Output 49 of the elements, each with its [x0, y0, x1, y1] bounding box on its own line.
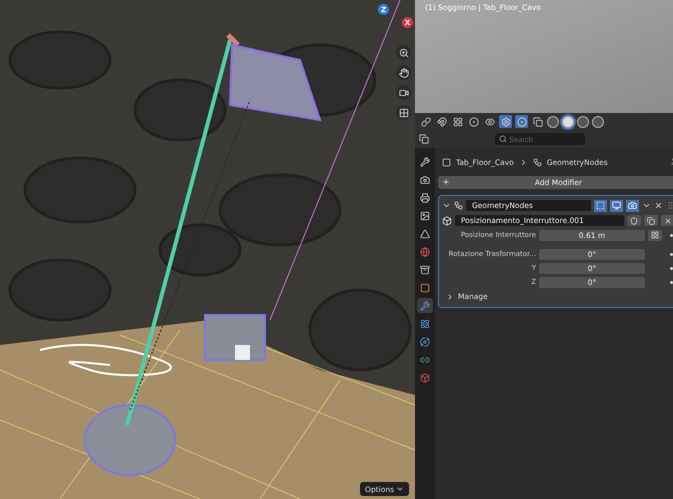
visibility-toggle[interactable]: [626, 200, 639, 212]
keyframe-dot-icon[interactable]: [670, 252, 672, 256]
box-icon: [420, 264, 430, 274]
triangle-icon: [420, 228, 430, 238]
visibility-toggle[interactable]: [594, 200, 607, 212]
nodes-icon: [532, 158, 542, 166]
keyframe-dot-icon[interactable]: [670, 234, 672, 236]
properties-tab[interactable]: [417, 298, 433, 313]
visibility-toggle[interactable]: [610, 200, 623, 212]
keyframe-dot-icon[interactable]: [670, 280, 672, 284]
shading-mode-button[interactable]: [547, 116, 559, 128]
copy-icon[interactable]: [644, 215, 658, 226]
atom-icon: [420, 318, 430, 328]
nodes-icon: [454, 201, 463, 210]
caret-icon: [396, 485, 404, 493]
object-icon: [442, 158, 451, 166]
globe-icon: [420, 246, 430, 256]
orbit-icon: [420, 336, 430, 346]
collapse-icon[interactable]: [442, 201, 451, 210]
chevron-icon: [446, 292, 454, 300]
magnet-icon[interactable]: [435, 115, 448, 128]
shading-mode-button[interactable]: [577, 116, 589, 128]
plus-icon: [442, 178, 450, 186]
keyframe-dot-icon[interactable]: [670, 266, 672, 270]
shading-mode-button[interactable]: [562, 116, 574, 128]
attribute-toggle-icon[interactable]: [648, 230, 662, 240]
dropdown-icon[interactable]: [642, 201, 651, 210]
shading-mode-button[interactable]: [592, 116, 604, 128]
link-icon[interactable]: [419, 115, 432, 128]
drag-handle-icon[interactable]: [666, 201, 673, 210]
printer-icon: [420, 192, 430, 202]
editor-type-icon[interactable]: [419, 134, 429, 144]
wrench-icon: [420, 156, 430, 166]
target-icon[interactable]: [467, 115, 480, 128]
xray-icon[interactable]: [531, 115, 544, 128]
gizmo-icon[interactable]: [499, 115, 512, 128]
close-icon[interactable]: [661, 215, 673, 226]
cube-icon: [420, 372, 430, 382]
square-icon: [420, 282, 430, 292]
wrench-icon: [420, 300, 430, 310]
close-icon[interactable]: [654, 201, 663, 210]
shield-icon[interactable]: [627, 215, 641, 226]
node-tree-icon[interactable]: [442, 216, 452, 226]
camera-icon: [420, 174, 430, 184]
image-icon: [420, 210, 430, 220]
grid-icon[interactable]: [451, 115, 464, 128]
search-icon: [499, 135, 507, 143]
overlay-icon[interactable]: [515, 115, 528, 128]
link-icon: [420, 354, 430, 364]
